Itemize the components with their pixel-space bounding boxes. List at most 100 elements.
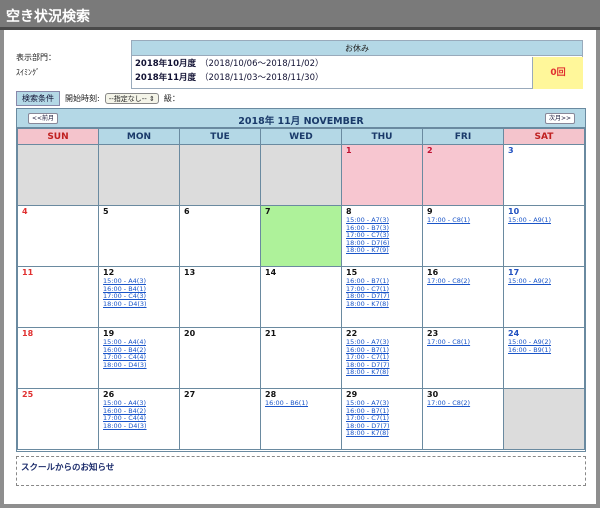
weekday-header: SAT: [503, 128, 585, 145]
calendar-week: 18 19 15:00 - A4(4) 16:00 - B4(2) 17:00 - C4…: [17, 327, 585, 389]
calendar-day[interactable]: 9 17:00 - C8(1): [422, 205, 504, 267]
calendar-day[interactable]: 15 16:00 - B7(1) 17:00 - C7(1) 18:00 - D7(7…: [341, 266, 423, 328]
slot-link[interactable]: 15:00 - A9(2): [508, 277, 580, 286]
calendar-week: 1 2 3: [17, 144, 585, 206]
calendar-day[interactable]: 16 17:00 - C8(2): [422, 266, 504, 328]
page-title: 空き状況検索: [6, 9, 90, 25]
day-number: 20: [184, 329, 196, 338]
calendar-day[interactable]: 11: [17, 266, 99, 328]
calendar-day[interactable]: 14: [260, 266, 342, 328]
day-number: 1: [346, 146, 352, 155]
slot-link[interactable]: 18:00 - K7(9): [346, 247, 418, 255]
calendar-header: <<前月 2018年 11月 NOVEMBER 次月>>: [17, 109, 585, 128]
day-number: 25: [22, 390, 34, 399]
day-number: 5: [103, 207, 109, 216]
calendar-day: [503, 388, 585, 450]
calendar-day[interactable]: 7: [260, 205, 342, 267]
calendar-day[interactable]: 25: [17, 388, 99, 450]
weekday-header: THU: [341, 128, 423, 145]
calendar-day[interactable]: 6: [179, 205, 261, 267]
calendar-day[interactable]: 8 15:00 - A7(3) 16:00 - B7(3) 17:00 - C7(3)…: [341, 205, 423, 267]
calendar-day[interactable]: 24 15:00 - A9(2) 16:00 - B9(1): [503, 327, 585, 389]
calendar-day[interactable]: 22 15:00 - A7(3) 16:00 - B7(1) 17:00 - C7(1…: [341, 327, 423, 389]
holiday-count: 0回: [532, 57, 583, 89]
calendar-day[interactable]: 5: [98, 205, 180, 267]
start-time-value: --指定なし--: [108, 94, 147, 103]
day-number: 2: [427, 146, 433, 155]
calendar-day[interactable]: 20: [179, 327, 261, 389]
search-conditions: 検索条件 開始時刻: --指定なし-- ⇕ 級：: [16, 90, 180, 106]
holiday-range: （2018/11/03～2018/11/30）: [200, 73, 324, 83]
calendar: <<前月 2018年 11月 NOVEMBER 次月>> SUN MON TUE WE…: [16, 108, 586, 452]
calendar-day[interactable]: 1: [341, 144, 423, 206]
calendar-day[interactable]: 29 15:00 - A7(3) 16:00 - B7(1) 17:00 - C7(1…: [341, 388, 423, 450]
day-number: 18: [22, 329, 34, 338]
slot-link[interactable]: 18:00 - K7(8): [346, 369, 418, 377]
weekday-header: WED: [260, 128, 342, 145]
next-month-button[interactable]: 次月>>: [544, 113, 575, 124]
calendar-week: 4 5 6 7 8 15:00 - A7(3) 16:00 - B7(3) 17:00 - C…: [17, 205, 585, 267]
calendar-day[interactable]: 2: [422, 144, 504, 206]
calendar-day[interactable]: 19 15:00 - A4(4) 16:00 - B4(2) 17:00 - C4(4…: [98, 327, 180, 389]
calendar-day[interactable]: 13: [179, 266, 261, 328]
holiday-header: お休み: [132, 41, 582, 56]
page-header: 空き状況検索: [0, 0, 600, 30]
slot-link[interactable]: 17:00 - C8(1): [427, 338, 499, 347]
level-label: 級：: [163, 93, 180, 103]
slot-link[interactable]: 18:00 - D4(3): [103, 300, 175, 309]
calendar-week: 11 12 15:00 - A4(3) 16:00 - B4(1) 17:00 - C4…: [17, 266, 585, 328]
calendar-day: [179, 144, 261, 206]
day-number: 14: [265, 268, 277, 277]
calendar-week: 25 26 15:00 - A4(3) 16:00 - B4(2) 17:00 - C4…: [17, 388, 585, 450]
chevron-down-icon: ⇕: [149, 94, 155, 103]
calendar-day: [260, 144, 342, 206]
dept-value: ｽｲﾐﾝｸﾞ: [16, 68, 40, 77]
slot-link[interactable]: 17:00 - C8(1): [427, 216, 499, 225]
slot-link[interactable]: 18:00 - K7(8): [346, 300, 418, 309]
slot-link[interactable]: 18:00 - D4(3): [103, 361, 175, 370]
calendar-day[interactable]: 23 17:00 - C8(1): [422, 327, 504, 389]
calendar-day[interactable]: 30 17:00 - C8(2): [422, 388, 504, 450]
holiday-range: （2018/10/06～2018/11/02）: [200, 59, 324, 69]
calendar-day[interactable]: 18: [17, 327, 99, 389]
day-number: 11: [22, 268, 34, 277]
notice-title: スクールからのお知らせ: [21, 463, 115, 473]
holiday-row: 2018年11月度 （2018/11/03～2018/11/30）: [135, 71, 532, 85]
slot-link[interactable]: 18:00 - K7(8): [346, 430, 418, 438]
calendar-day[interactable]: 28 16:00 - B6(1): [260, 388, 342, 450]
calendar-day: [17, 144, 99, 206]
day-number: 4: [22, 207, 28, 216]
calendar-day[interactable]: 26 15:00 - A4(3) 16:00 - B4(2) 17:00 - C4(4…: [98, 388, 180, 450]
weekday-header: SUN: [17, 128, 99, 145]
calendar-day[interactable]: 10 15:00 - A9(1): [503, 205, 585, 267]
dept-label: 表示部門：: [16, 53, 56, 62]
slot-link[interactable]: 15:00 - A9(1): [508, 216, 580, 225]
day-number: 27: [184, 390, 196, 399]
day-number: 21: [265, 329, 277, 338]
calendar-day[interactable]: 4: [17, 205, 99, 267]
holiday-month: 2018年11月度: [135, 73, 196, 83]
calendar-day[interactable]: 17 15:00 - A9(2): [503, 266, 585, 328]
calendar-day[interactable]: 3: [503, 144, 585, 206]
calendar-grid: SUN MON TUE WED THU FRI SAT 1 2 3 4 5 6 7 8 15:00 - A7…: [17, 128, 585, 450]
calendar-day[interactable]: 12 15:00 - A4(3) 16:00 - B4(1) 17:00 - C4(3…: [98, 266, 180, 328]
weekday-header: MON: [98, 128, 180, 145]
calendar-day[interactable]: 27: [179, 388, 261, 450]
day-number: 7: [265, 207, 271, 216]
slot-link[interactable]: 18:00 - D4(3): [103, 422, 175, 431]
day-number: 6: [184, 207, 190, 216]
slot-link[interactable]: 16:00 - B9(1): [508, 346, 580, 355]
day-number: 13: [184, 268, 196, 277]
start-time-select[interactable]: --指定なし-- ⇕: [104, 92, 159, 104]
holiday-row: 2018年10月度 （2018/10/06～2018/11/02）: [135, 57, 532, 71]
start-time-label: 開始時刻:: [65, 93, 100, 103]
notice-box: スクールからのお知らせ: [16, 456, 586, 486]
slot-link[interactable]: 17:00 - C8(2): [427, 399, 499, 408]
conditions-tag: 検索条件: [16, 90, 60, 106]
calendar-day[interactable]: 21: [260, 327, 342, 389]
day-number: 3: [508, 146, 514, 155]
slot-link[interactable]: 17:00 - C8(2): [427, 277, 499, 286]
slot-link[interactable]: 16:00 - B6(1): [265, 399, 337, 408]
calendar-title: 2018年 11月 NOVEMBER: [238, 116, 364, 127]
weekday-header: TUE: [179, 128, 261, 145]
